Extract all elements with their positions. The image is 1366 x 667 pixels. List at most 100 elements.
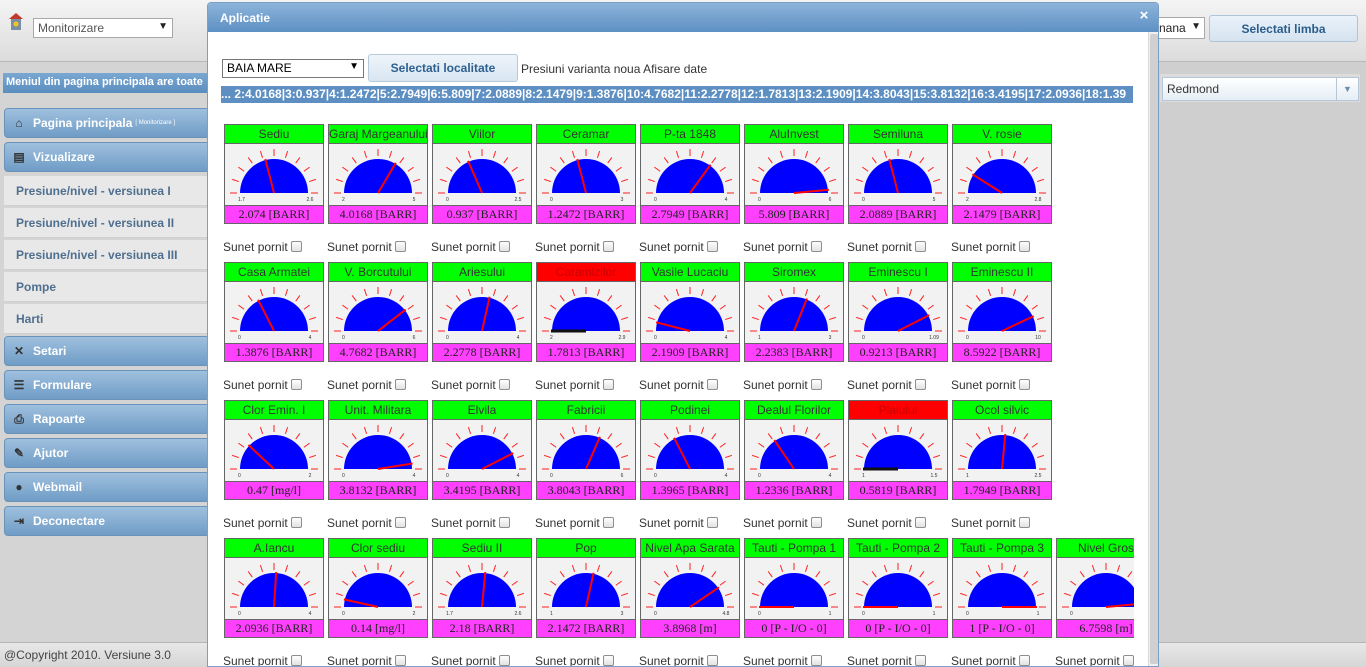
gauge-widget[interactable]: Clor Emin. I 0 2 0.47 [mg/l] xyxy=(224,400,324,500)
gauge-widget[interactable]: Caramizilor 2 2.9 1.7813 [BARR] xyxy=(536,262,636,362)
sound-checkbox[interactable] xyxy=(914,517,926,528)
select-location-button[interactable]: Selectati localitate xyxy=(368,54,518,82)
sound-toggle[interactable]: Sunet pornit xyxy=(743,378,843,394)
sound-checkbox[interactable] xyxy=(290,517,302,528)
sound-toggle[interactable]: Sunet pornit xyxy=(639,516,739,532)
sound-checkbox[interactable] xyxy=(498,517,510,528)
sound-toggle[interactable]: Sunet pornit xyxy=(431,378,531,394)
gauge-widget[interactable]: Clor sediu 0 2 0.14 [mg/l] xyxy=(328,538,428,638)
theme-select[interactable]: Redmond ▼ xyxy=(1162,77,1359,101)
sound-checkbox[interactable] xyxy=(914,379,926,390)
gauge-widget[interactable]: Garaj Margeanului 2 5 4.0168 [BARR] xyxy=(328,124,428,224)
sound-toggle[interactable]: Sunet pornit xyxy=(847,654,947,666)
sound-toggle[interactable]: Sunet pornit xyxy=(847,240,947,256)
sidebar-item-presiune-nivel-versiunea-i[interactable]: Presiune/nivel - versiunea I xyxy=(4,176,210,206)
gauge-widget[interactable]: Sediu 1.7 2.6 2.074 [BARR] xyxy=(224,124,324,224)
sound-checkbox[interactable] xyxy=(498,655,510,666)
gauge-widget[interactable]: Tauti - Pompa 3011 [P - I/O - 0] xyxy=(952,538,1052,638)
sidebar-item-formulare[interactable]: ☰ Formulare xyxy=(4,370,210,400)
dialog-titlebar[interactable]: Aplicatie × xyxy=(208,3,1158,32)
sidebar-item-vizualizare[interactable]: ▤ Vizualizare xyxy=(4,142,210,172)
sound-checkbox[interactable] xyxy=(914,655,926,666)
sound-checkbox[interactable] xyxy=(394,241,406,252)
sound-checkbox[interactable] xyxy=(602,517,614,528)
gauge-widget[interactable]: Casa Armatei 0 4 1.3876 [BARR] xyxy=(224,262,324,362)
select-language-button[interactable]: Selectati limba xyxy=(1209,15,1358,42)
sound-checkbox[interactable] xyxy=(290,655,302,666)
gauge-widget[interactable]: Ariesului 0 4 2.2778 [BARR] xyxy=(432,262,532,362)
sound-toggle[interactable]: Sunet pornit xyxy=(327,378,427,394)
sound-toggle[interactable]: Sunet pornit xyxy=(431,654,531,666)
sound-checkbox[interactable] xyxy=(706,241,718,252)
sound-toggle[interactable]: Sunet pornit xyxy=(743,240,843,256)
sidebar-item-pompe[interactable]: Pompe xyxy=(4,272,210,302)
sound-toggle[interactable]: Sunet pornit xyxy=(535,654,635,666)
sound-checkbox[interactable] xyxy=(810,517,822,528)
gauge-widget[interactable]: AluInvest 0 6 5.809 [BARR] xyxy=(744,124,844,224)
gauge-widget[interactable]: Siromex 1 3 2.2383 [BARR] xyxy=(744,262,844,362)
sound-toggle[interactable]: Sunet pornit xyxy=(535,240,635,256)
gauge-widget[interactable]: Viilor 0 2.5 0.937 [BARR] xyxy=(432,124,532,224)
sound-toggle[interactable]: Sunet pornit xyxy=(224,378,323,394)
sidebar-item-presiune-nivel-versiunea-iii[interactable]: Presiune/nivel - versiunea III xyxy=(4,240,210,270)
gauge-widget[interactable]: Podinei 0 4 1.3965 [BARR] xyxy=(640,400,740,500)
sound-checkbox[interactable] xyxy=(602,241,614,252)
sidebar-item-presiune-nivel-versiunea-ii[interactable]: Presiune/nivel - versiunea II xyxy=(4,208,210,238)
sound-checkbox[interactable] xyxy=(1018,379,1030,390)
sound-checkbox[interactable] xyxy=(290,241,302,252)
sound-checkbox[interactable] xyxy=(1122,655,1134,666)
gauge-widget[interactable]: Ocol silvic 1 2.5 1.7949 [BARR] xyxy=(952,400,1052,500)
sound-checkbox[interactable] xyxy=(810,379,822,390)
gauge-widget[interactable]: Vasile Lucaciu 0 4 2.1909 [BARR] xyxy=(640,262,740,362)
sound-toggle[interactable]: Sunet pornit xyxy=(224,240,323,256)
sound-toggle[interactable]: Sunet pornit xyxy=(639,378,739,394)
sound-toggle[interactable]: Sunet pornit xyxy=(951,516,1051,532)
sound-toggle[interactable]: Sunet pornit xyxy=(639,240,739,256)
sound-toggle[interactable]: Sunet pornit xyxy=(224,516,323,532)
sound-checkbox[interactable] xyxy=(810,241,822,252)
gauge-widget[interactable]: Tauti - Pompa 2010 [P - I/O - 0] xyxy=(848,538,948,638)
gauge-widget[interactable]: Semiluna 0 5 2.0889 [BARR] xyxy=(848,124,948,224)
sound-toggle[interactable]: Sunet pornit xyxy=(639,654,739,666)
close-icon[interactable]: × xyxy=(1136,8,1152,24)
sidebar-item-deconectare[interactable]: ⇥ Deconectare xyxy=(4,506,210,536)
sound-checkbox[interactable] xyxy=(706,379,718,390)
sound-checkbox[interactable] xyxy=(706,655,718,666)
gauge-widget[interactable]: Plaiului 1 1.5 0.5819 [BARR] xyxy=(848,400,948,500)
sound-toggle[interactable]: Sunet pornit xyxy=(535,516,635,532)
gauge-widget[interactable]: V. Borcutului 0 6 4.7682 [BARR] xyxy=(328,262,428,362)
sound-checkbox[interactable] xyxy=(498,379,510,390)
view-links[interactable]: Presiuni varianta noua Afisare date xyxy=(521,62,707,76)
sound-toggle[interactable]: Sunet pornit xyxy=(431,516,531,532)
sound-checkbox[interactable] xyxy=(1018,655,1030,666)
sound-checkbox[interactable] xyxy=(394,655,406,666)
sound-checkbox[interactable] xyxy=(290,379,302,390)
sound-checkbox[interactable] xyxy=(1018,241,1030,252)
sidebar-item-rapoarte[interactable]: ⎙ Rapoarte xyxy=(4,404,210,434)
gauge-widget[interactable]: Sediu II 1.7 2.6 2.18 [BARR] xyxy=(432,538,532,638)
gauge-widget[interactable]: V. rosie 2 2.8 2.1479 [BARR] xyxy=(952,124,1052,224)
gauge-widget[interactable]: Eminescu II 0 10 8.5922 [BARR] xyxy=(952,262,1052,362)
sound-toggle[interactable]: Sunet pornit xyxy=(327,240,427,256)
sound-toggle[interactable]: Sunet pornit xyxy=(743,654,843,666)
sound-checkbox[interactable] xyxy=(706,517,718,528)
gauge-widget[interactable]: Dealul Florilor 0 4 1.2336 [BARR] xyxy=(744,400,844,500)
sound-checkbox[interactable] xyxy=(602,379,614,390)
sound-checkbox[interactable] xyxy=(914,241,926,252)
sound-toggle[interactable]: Sunet pornit xyxy=(951,240,1051,256)
gauge-widget[interactable]: Nivel Apa Sarata 0 4.8 3.8968 [m] xyxy=(640,538,740,638)
sound-checkbox[interactable] xyxy=(1018,517,1030,528)
sound-toggle[interactable]: Sunet pornit xyxy=(743,516,843,532)
gauge-widget[interactable]: Ceramar 0 3 1.2472 [BARR] xyxy=(536,124,636,224)
sound-toggle[interactable]: Sunet pornit xyxy=(847,378,947,394)
sound-checkbox[interactable] xyxy=(394,517,406,528)
sound-checkbox[interactable] xyxy=(394,379,406,390)
sound-toggle[interactable]: Sunet pornit xyxy=(224,654,323,666)
gauge-widget[interactable]: Nivel Gros 07 6.7598 [m] xyxy=(1056,538,1134,638)
language-select[interactable]: nana ▼ xyxy=(1156,17,1205,39)
gauge-widget[interactable]: Elvila 0 4 3.4195 [BARR] xyxy=(432,400,532,500)
gauge-widget[interactable]: Tauti - Pompa 1010 [P - I/O - 0] xyxy=(744,538,844,638)
sidebar-item-ajutor[interactable]: ✎ Ajutor xyxy=(4,438,210,468)
gauge-widget[interactable]: Fabricii 0 6 3.8043 [BARR] xyxy=(536,400,636,500)
dialog-scrollbar[interactable] xyxy=(1148,32,1158,666)
